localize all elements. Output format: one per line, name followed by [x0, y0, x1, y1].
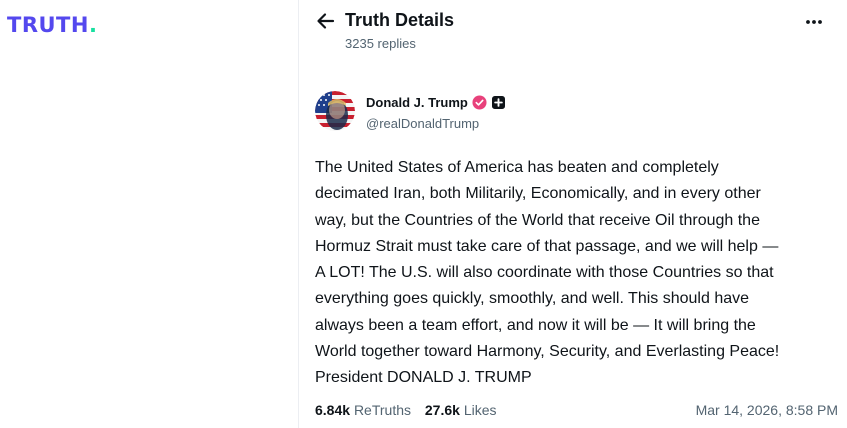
- likes-label: Likes: [463, 402, 497, 418]
- truth-social-logo[interactable]: TRUTH.: [7, 13, 97, 37]
- logo-dot: .: [88, 13, 98, 37]
- more-options-button[interactable]: [802, 12, 826, 32]
- logo-text: TRUTH: [7, 13, 89, 37]
- post-body-line: everything goes quickly, smoothly, and w…: [315, 290, 750, 308]
- verified-badge-icon: [472, 95, 487, 110]
- reply-count: 3235 replies: [345, 36, 416, 51]
- post-body-line: Hormuz Strait must take care of that pas…: [315, 237, 779, 255]
- post-body: The United States of America has beaten …: [315, 155, 840, 392]
- post-body-line: World together toward Harmony, Security,…: [315, 343, 780, 361]
- post-body-line: way, but the Countries of the World that…: [315, 211, 760, 229]
- post-body-line: The United States of America has beaten …: [315, 159, 719, 176]
- retruths-stat[interactable]: 6.84k ReTruths: [315, 401, 411, 419]
- post-body-line: decimated Iran, both Militarily, Economi…: [315, 185, 761, 203]
- author-name[interactable]: Donald J. Trump: [366, 95, 468, 111]
- post-body-line: always been a team effort, and now it wi…: [315, 316, 756, 334]
- likes-stat[interactable]: 27.6k Likes: [425, 401, 497, 419]
- page-header: Truth Details 3235 replies: [299, 0, 847, 70]
- post-body-line: President DONALD J. TRUMP: [315, 369, 532, 387]
- avatar-image: [315, 91, 355, 131]
- page-title: Truth Details: [345, 10, 455, 30]
- retruths-count: 6.84k: [315, 402, 351, 418]
- post-body-line: A LOT! The U.S. will also coordinate wit…: [315, 264, 774, 282]
- retruths-label: ReTruths: [353, 402, 411, 418]
- plus-badge-icon: [492, 96, 505, 109]
- more-horizontal-icon: [806, 20, 822, 24]
- post-stats: 6.84k ReTruths 27.6k Likes: [315, 401, 507, 419]
- post-timestamp: Mar 14, 2026, 8:58 PM: [695, 402, 838, 418]
- back-button[interactable]: [315, 10, 337, 32]
- likes-count: 27.6k: [424, 402, 460, 418]
- avatar[interactable]: [315, 91, 355, 131]
- author-handle[interactable]: @realDonaldTrump: [366, 116, 479, 132]
- arrow-left-icon: [317, 13, 335, 29]
